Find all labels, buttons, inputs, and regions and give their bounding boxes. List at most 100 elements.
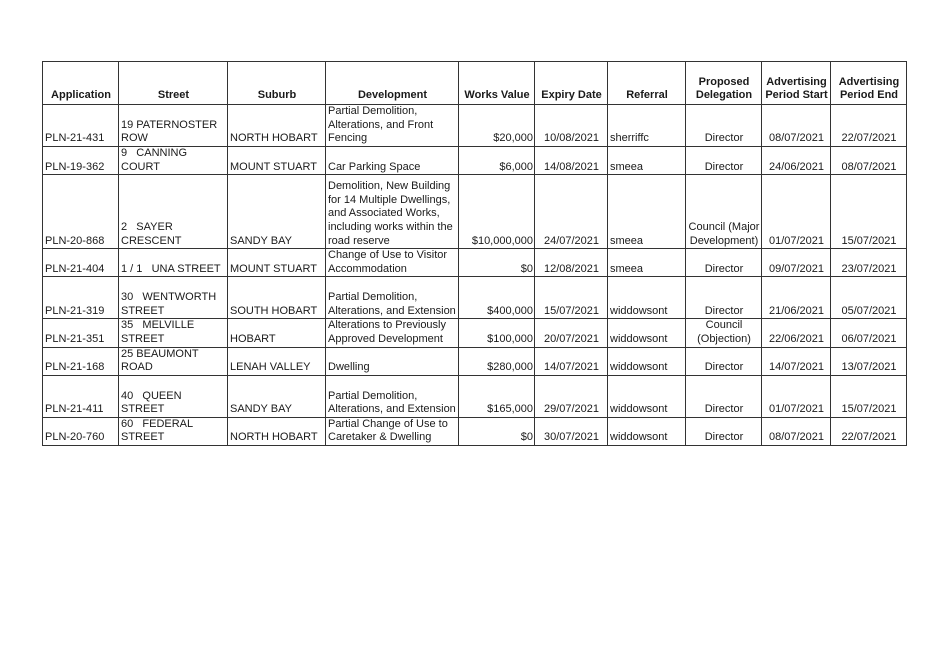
cell-application: PLN-21-411	[42, 374, 119, 418]
cell-referral: smeea	[607, 145, 686, 176]
cell-works-value: $20,000	[458, 104, 535, 147]
cell-street: 19 PATERNOSTER ROW	[118, 104, 228, 147]
cell-referral: widdowsont	[607, 346, 686, 376]
cell-proposed-delegation: Director	[685, 248, 762, 278]
col-header-expiry-date: Expiry Date	[534, 61, 608, 105]
cell-application: PLN-20-868	[42, 174, 119, 250]
cell-street: 40 QUEEN STREET	[118, 374, 228, 418]
cell-development: Car Parking Space	[325, 145, 459, 176]
cell-development: Partial Demolition, Alterations, and Ext…	[325, 276, 459, 320]
cell-ad-period-end: 13/07/2021	[830, 346, 907, 376]
cell-works-value: $280,000	[458, 346, 535, 376]
header-row: Application Street Suburb Development Wo…	[42, 61, 907, 105]
cell-proposed-delegation: Director	[685, 346, 762, 376]
cell-referral: widdowsont	[607, 374, 686, 418]
cell-works-value: $10,000,000	[458, 174, 535, 250]
cell-application: PLN-19-362	[42, 145, 119, 176]
cell-suburb: SANDY BAY	[227, 174, 326, 250]
cell-expiry-date: 15/07/2021	[534, 276, 608, 320]
cell-suburb: NORTH HOBART	[227, 416, 326, 446]
col-header-suburb: Suburb	[227, 61, 326, 105]
cell-ad-period-start: 08/07/2021	[761, 416, 831, 446]
cell-expiry-date: 14/07/2021	[534, 346, 608, 376]
cell-works-value: $0	[458, 248, 535, 278]
table-row: PLN-21-351 35 MELVILLE STREET HOBART Alt…	[42, 318, 907, 348]
cell-proposed-delegation: Director	[685, 416, 762, 446]
cell-suburb: MOUNT STUART	[227, 145, 326, 176]
cell-ad-period-end: 05/07/2021	[830, 276, 907, 320]
cell-proposed-delegation: Council (Major Development)	[685, 174, 762, 250]
cell-referral: smeea	[607, 174, 686, 250]
table-row: PLN-21-431 19 PATERNOSTER ROW NORTH HOBA…	[42, 104, 907, 147]
col-header-works-value: Works Value	[458, 61, 535, 105]
cell-ad-period-end: 22/07/2021	[830, 416, 907, 446]
cell-street: 25 BEAUMONT ROAD	[118, 346, 228, 376]
cell-expiry-date: 29/07/2021	[534, 374, 608, 418]
cell-ad-period-start: 14/07/2021	[761, 346, 831, 376]
cell-development: Change of Use to Visitor Accommodation	[325, 248, 459, 278]
cell-suburb: SOUTH HOBART	[227, 276, 326, 320]
cell-proposed-delegation: Council (Objection)	[685, 318, 762, 348]
cell-works-value: $0	[458, 416, 535, 446]
cell-suburb: HOBART	[227, 318, 326, 348]
cell-referral: widdowsont	[607, 276, 686, 320]
col-header-ad-period-start: Advertising Period Start	[761, 61, 831, 105]
cell-expiry-date: 14/08/2021	[534, 145, 608, 176]
cell-development: Partial Demolition, Alterations, and Fro…	[325, 104, 459, 147]
cell-works-value: $100,000	[458, 318, 535, 348]
cell-proposed-delegation: Director	[685, 374, 762, 418]
cell-ad-period-start: 24/06/2021	[761, 145, 831, 176]
table-row: PLN-21-411 40 QUEEN STREET SANDY BAY Par…	[42, 374, 907, 418]
cell-application: PLN-21-431	[42, 104, 119, 147]
cell-expiry-date: 24/07/2021	[534, 174, 608, 250]
cell-expiry-date: 30/07/2021	[534, 416, 608, 446]
col-header-ad-period-end: Advertising Period End	[830, 61, 907, 105]
cell-proposed-delegation: Director	[685, 104, 762, 147]
cell-referral: sherriffc	[607, 104, 686, 147]
cell-works-value: $400,000	[458, 276, 535, 320]
cell-ad-period-start: 01/07/2021	[761, 374, 831, 418]
cell-ad-period-start: 08/07/2021	[761, 104, 831, 147]
cell-street: 30 WENTWORTH STREET	[118, 276, 228, 320]
col-header-referral: Referral	[607, 61, 686, 105]
cell-application: PLN-20-760	[42, 416, 119, 446]
cell-expiry-date: 12/08/2021	[534, 248, 608, 278]
col-header-street: Street	[118, 61, 228, 105]
cell-suburb: MOUNT STUART	[227, 248, 326, 278]
cell-suburb: LENAH VALLEY	[227, 346, 326, 376]
cell-ad-period-start: 01/07/2021	[761, 174, 831, 250]
cell-application: PLN-21-168	[42, 346, 119, 376]
cell-works-value: $165,000	[458, 374, 535, 418]
cell-proposed-delegation: Director	[685, 276, 762, 320]
col-header-proposed-delegation: Proposed Delegation	[685, 61, 762, 105]
cell-suburb: NORTH HOBART	[227, 104, 326, 147]
cell-ad-period-start: 21/06/2021	[761, 276, 831, 320]
cell-application: PLN-21-351	[42, 318, 119, 348]
cell-ad-period-start: 22/06/2021	[761, 318, 831, 348]
cell-ad-period-end: 22/07/2021	[830, 104, 907, 147]
cell-street: 9 CANNING COURT	[118, 145, 228, 176]
cell-application: PLN-21-404	[42, 248, 119, 278]
cell-suburb: SANDY BAY	[227, 374, 326, 418]
cell-referral: widdowsont	[607, 318, 686, 348]
cell-street: 2 SAYER CRESCENT	[118, 174, 228, 250]
cell-development: Partial Change of Use to Caretaker & Dwe…	[325, 416, 459, 446]
cell-street: 1 / 1 UNA STREET	[118, 248, 228, 278]
table-row: PLN-20-868 2 SAYER CRESCENT SANDY BAY De…	[42, 174, 907, 250]
cell-works-value: $6,000	[458, 145, 535, 176]
cell-ad-period-start: 09/07/2021	[761, 248, 831, 278]
cell-ad-period-end: 15/07/2021	[830, 174, 907, 250]
col-header-development: Development	[325, 61, 459, 105]
cell-application: PLN-21-319	[42, 276, 119, 320]
cell-street: 60 FEDERAL STREET	[118, 416, 228, 446]
cell-proposed-delegation: Director	[685, 145, 762, 176]
table-row: PLN-21-404 1 / 1 UNA STREET MOUNT STUART…	[42, 248, 907, 278]
cell-street: 35 MELVILLE STREET	[118, 318, 228, 348]
cell-development: Dwelling	[325, 346, 459, 376]
cell-expiry-date: 10/08/2021	[534, 104, 608, 147]
cell-ad-period-end: 23/07/2021	[830, 248, 907, 278]
table-row: PLN-21-319 30 WENTWORTH STREET SOUTH HOB…	[42, 276, 907, 320]
cell-ad-period-end: 15/07/2021	[830, 374, 907, 418]
cell-development: Partial Demolition, Alterations, and Ext…	[325, 374, 459, 418]
cell-development: Demolition, New Building for 14 Multiple…	[325, 174, 459, 250]
